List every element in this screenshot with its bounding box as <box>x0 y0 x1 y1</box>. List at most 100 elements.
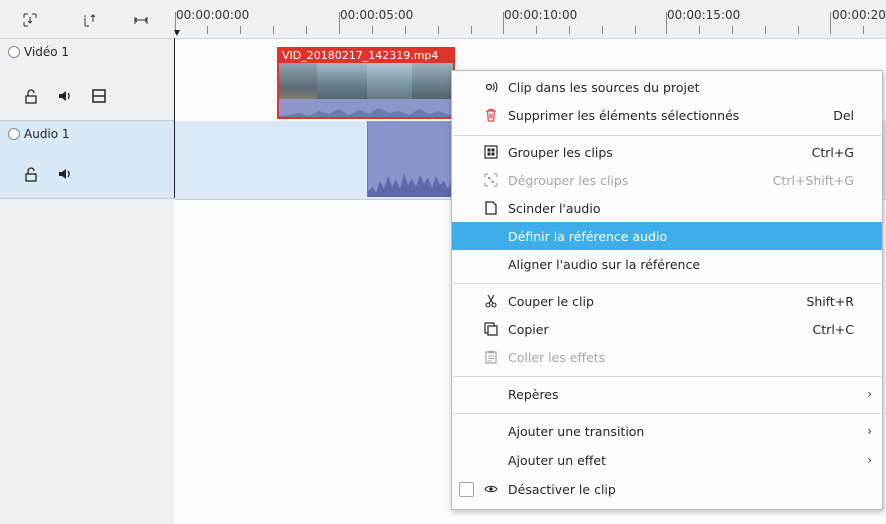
ruler-tick <box>602 26 603 34</box>
fit-zoom-icon[interactable] <box>22 12 38 28</box>
menu-item-add-transition[interactable]: Ajouter une transition › <box>452 417 882 445</box>
video-track-title: Vidéo 1 <box>8 45 69 59</box>
menu-item-label: Dégrouper les clips <box>508 172 629 188</box>
menu-item-cut-clip[interactable]: Couper le clip Shift+R <box>452 287 882 315</box>
group-icon <box>484 145 498 159</box>
eye-icon <box>484 482 498 496</box>
insert-track-icon[interactable] <box>82 12 98 28</box>
timecode-label: 00:00:00:00 <box>176 8 250 22</box>
timeline-header-controls <box>0 0 174 39</box>
menu-item-label: Scinder l'audio <box>508 200 601 216</box>
ruler-tick <box>536 26 537 34</box>
ruler-tick <box>273 26 274 34</box>
video-track-controls <box>22 87 108 105</box>
ruler-tick <box>405 26 406 34</box>
clip-title: VID_20180217_142319.mp4 <box>279 49 453 63</box>
menu-item-group-clips[interactable]: Grouper les clips Ctrl+G <box>452 138 882 166</box>
timecode-label: 00:00:10:00 <box>504 8 578 22</box>
ruler-tick <box>666 12 667 34</box>
ruler-tick <box>503 12 504 34</box>
menu-item-add-effect[interactable]: Ajouter un effet › <box>452 446 882 474</box>
menu-item-label: Repères <box>508 386 559 402</box>
track-select-radio[interactable] <box>8 46 20 58</box>
playhead-line[interactable] <box>174 38 175 198</box>
menu-item-label: Copier <box>508 321 549 337</box>
menu-separator <box>453 135 881 136</box>
ruler-tick <box>240 26 241 34</box>
paste-icon <box>484 350 498 364</box>
menu-item-split-audio[interactable]: Scinder l'audio <box>452 194 882 222</box>
menu-item-label: Clip dans les sources du projet <box>508 79 700 95</box>
menu-item-shortcut: Ctrl+G <box>811 144 854 160</box>
audio-track-controls <box>22 165 74 183</box>
menu-item-label: Ajouter un effet <box>508 452 607 468</box>
menu-item-label: Supprimer les éléments sélectionnés <box>508 107 740 123</box>
clip-context-menu: Clip dans les sources du projet Supprime… <box>451 70 883 510</box>
ruler-tick <box>207 26 208 34</box>
delete-icon <box>484 108 498 122</box>
ruler-tick <box>830 12 831 34</box>
menu-item-label: Désactiver le clip <box>508 481 616 497</box>
ruler-tick <box>372 26 373 34</box>
menu-item-clip-in-project[interactable]: Clip dans les sources du projet <box>452 73 882 101</box>
clip-thumbnail <box>279 63 317 103</box>
audio-track-name: Audio 1 <box>24 127 70 141</box>
audio-track-header[interactable]: Audio 1 <box>0 121 174 199</box>
menu-item-markers[interactable]: Repères › <box>452 380 882 408</box>
ruler-tick <box>635 26 636 34</box>
clip-thumbnail <box>317 63 367 103</box>
clip-audio-waveform <box>279 99 453 117</box>
video-track-name: Vidéo 1 <box>24 45 70 59</box>
menu-item-shortcut: Shift+R <box>806 293 854 309</box>
ruler-tick <box>569 26 570 34</box>
ruler-tick <box>471 26 472 34</box>
ungroup-icon <box>484 173 498 187</box>
menu-separator <box>453 376 881 377</box>
spacer-tool-icon[interactable] <box>133 12 149 28</box>
ruler-tick <box>438 26 439 34</box>
timeline-ruler[interactable]: 00:00:00:00 00:00:05:00 00:00:10:00 00:0… <box>174 0 886 39</box>
menu-item-label: Grouper les clips <box>508 144 613 160</box>
menu-item-disable-clip[interactable]: Désactiver le clip <box>452 475 882 503</box>
menu-item-label: Aligner l'audio sur la référence <box>508 256 701 272</box>
menu-item-delete-selected[interactable]: Supprimer les éléments sélectionnés Del <box>452 101 882 129</box>
timecode-label: 00:00:05:00 <box>340 8 414 22</box>
chevron-right-icon: › <box>867 387 872 401</box>
clip-thumbnail <box>367 63 412 103</box>
menu-item-label: Coller les effets <box>508 349 606 365</box>
split-audio-icon <box>484 201 498 215</box>
menu-separator <box>453 413 881 414</box>
menu-item-shortcut: Del <box>833 107 854 123</box>
menu-item-paste-effects: Coller les effets <box>452 343 882 371</box>
copy-icon <box>484 322 498 336</box>
menu-item-set-audio-reference[interactable]: Définir la référence audio <box>452 222 882 250</box>
menu-item-label: Définir la référence audio <box>508 228 668 244</box>
timecode-label: 00:00:20 <box>832 8 886 22</box>
speaker-icon[interactable] <box>56 87 74 105</box>
clip-source-icon <box>484 80 498 94</box>
menu-separator <box>453 283 881 284</box>
playhead-marker[interactable] <box>174 30 180 36</box>
film-icon[interactable] <box>90 87 108 105</box>
timecode-label: 00:00:15:00 <box>667 8 741 22</box>
menu-item-shortcut: Ctrl+Shift+G <box>772 172 854 188</box>
ruler-tick <box>863 26 864 34</box>
chevron-right-icon: › <box>867 424 872 438</box>
menu-item-shortcut: Ctrl+C <box>812 321 854 337</box>
track-select-radio[interactable] <box>8 128 20 140</box>
disable-clip-checkbox[interactable] <box>459 481 474 497</box>
menu-item-label: Couper le clip <box>508 293 594 309</box>
speaker-icon[interactable] <box>56 165 74 183</box>
ruler-tick <box>732 26 733 34</box>
audio-clip[interactable] <box>367 121 458 197</box>
video-clip[interactable]: VID_20180217_142319.mp4 <box>277 47 455 119</box>
ruler-tick <box>765 26 766 34</box>
video-track-header[interactable]: Vidéo 1 <box>0 39 174 121</box>
lock-icon[interactable] <box>22 87 40 105</box>
menu-item-copy[interactable]: Copier Ctrl+C <box>452 315 882 343</box>
audio-track-title: Audio 1 <box>8 127 70 141</box>
ruler-tick <box>339 12 340 34</box>
lock-icon[interactable] <box>22 165 40 183</box>
ruler-tick <box>306 26 307 34</box>
menu-item-align-audio[interactable]: Aligner l'audio sur la référence <box>452 250 882 278</box>
